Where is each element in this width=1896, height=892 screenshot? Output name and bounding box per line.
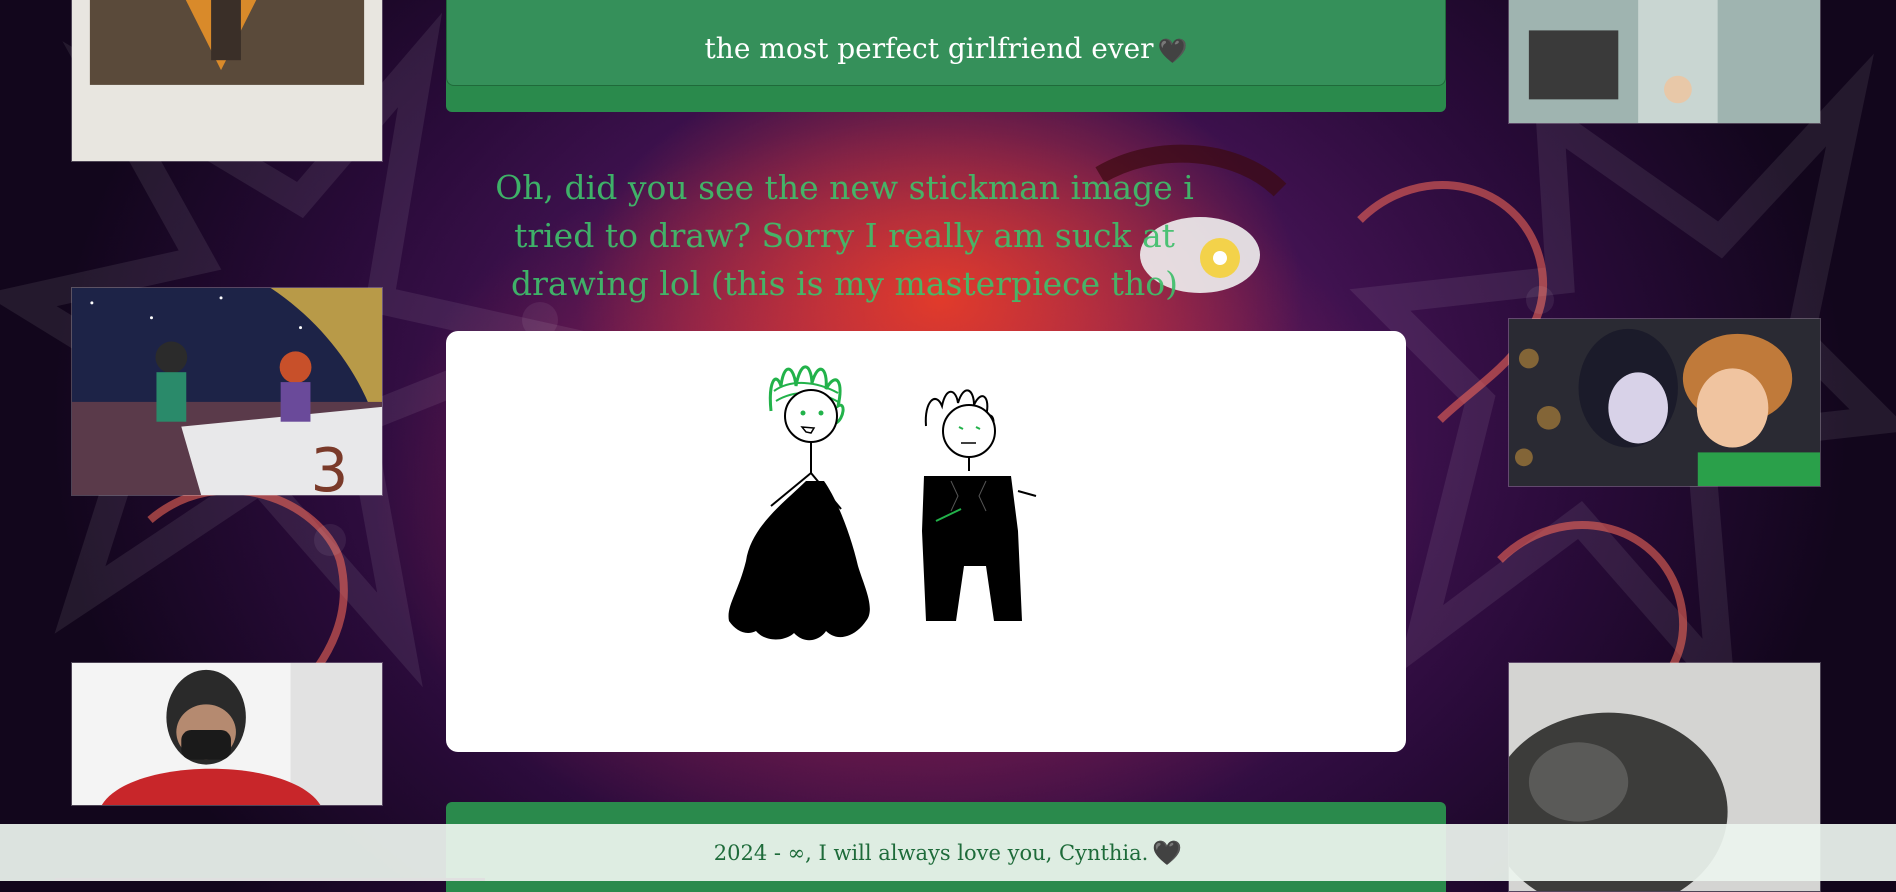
teen-titans-cartoon-photo: 3 (71, 287, 383, 496)
anime-screenshot-photo (1508, 0, 1821, 124)
top-banner: the most perfect girlfriend ever 🖤 (446, 0, 1446, 112)
footer: 2024 - ∞, I will always love you, Cynthi… (0, 824, 1896, 881)
stickman-question-text: Oh, did you see the new stickman image i… (495, 168, 1194, 303)
hotel-transylvania-couple-photo (1508, 318, 1821, 487)
stickman-drawing (728, 365, 1037, 641)
banner-text: the most perfect girlfriend ever (704, 32, 1154, 65)
footer-text: 2024 - ∞, I will always love you, Cynthi… (713, 840, 1149, 865)
svg-text:3: 3 (310, 437, 348, 495)
black-heart-icon: 🖤 (1157, 37, 1188, 65)
top-banner-card: the most perfect girlfriend ever 🖤 (446, 0, 1446, 86)
masked-person-selfie-photo (71, 662, 383, 806)
black-heart-icon: 🖤 (1152, 838, 1183, 867)
polaroid-portrait-photo (71, 0, 383, 162)
stickman-boy-figure (922, 389, 1037, 621)
stickman-drawing-card (446, 331, 1406, 752)
stickman-girl-figure (728, 365, 870, 641)
